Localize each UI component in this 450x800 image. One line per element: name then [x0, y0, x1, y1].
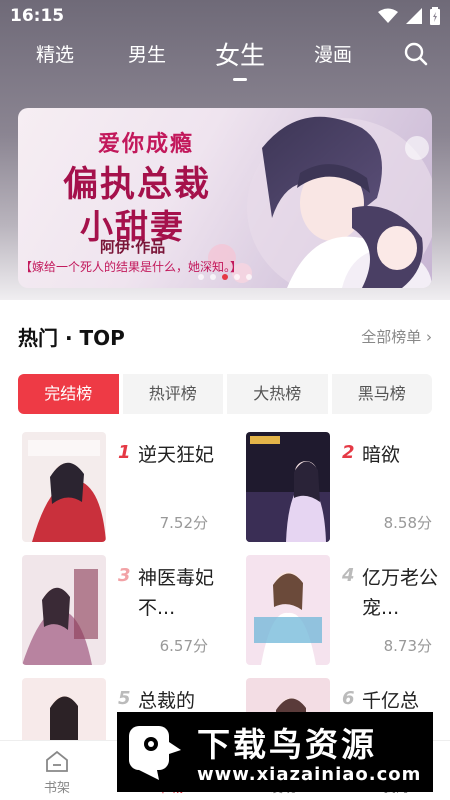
- active-tab-indicator: [233, 78, 247, 81]
- book-rank: 1: [118, 442, 131, 463]
- banner-dot[interactable]: [210, 274, 216, 280]
- section-title: 热门 · TOP: [18, 326, 125, 350]
- status-bar: 16:15: [0, 0, 450, 32]
- book-rank: 4: [342, 565, 355, 586]
- rank-tab-completed[interactable]: 完结榜: [18, 374, 119, 414]
- banner-pagination: [18, 274, 432, 280]
- book-item[interactable]: 3 神医毒妃不... 6.57分: [22, 555, 222, 665]
- battery-icon: [430, 7, 440, 25]
- signal-icon: [406, 8, 422, 24]
- book-title: 亿万老公宠...: [362, 567, 439, 619]
- banner-tagline: 【嫁给一个死人的结果是什么，她深知。】: [20, 260, 243, 274]
- home-icon: [46, 750, 68, 772]
- search-icon: [404, 42, 428, 66]
- status-time: 16:15: [10, 6, 65, 26]
- book-rank: 3: [118, 565, 131, 586]
- book-item[interactable]: 1 逆天狂妃 7.52分: [22, 432, 222, 542]
- book-score: 8.73分: [383, 637, 432, 655]
- book-title: 神医毒妃不...: [138, 567, 215, 619]
- book-cover[interactable]: [22, 555, 106, 665]
- book-score: 7.52分: [159, 514, 208, 532]
- tab-comics[interactable]: 漫画: [314, 40, 352, 67]
- banner-dot[interactable]: [198, 274, 204, 280]
- bird-logo-icon: [129, 726, 181, 780]
- all-rankings-link[interactable]: 全部榜单 ›: [361, 326, 432, 347]
- watermark-title: 下载鸟资源: [197, 725, 377, 764]
- watermark-overlay: 下载鸟资源 www.xiazainiao.com: [117, 712, 433, 792]
- book-cover[interactable]: [246, 555, 330, 665]
- bottom-tab-bookshelf[interactable]: 书架: [27, 749, 87, 796]
- bottom-tab-label: 书架: [43, 781, 70, 796]
- book-score: 8.58分: [383, 514, 432, 532]
- book-title: 逆天狂妃: [138, 444, 215, 466]
- rank-tabs: 完结榜 热评榜 大热榜 黑马榜: [18, 374, 432, 414]
- search-button[interactable]: [404, 42, 428, 70]
- tab-female[interactable]: 女生: [215, 36, 265, 81]
- book-item[interactable]: 2 暗欲 8.58分: [246, 432, 446, 542]
- promo-banner[interactable]: 爱你成瘾 偏执总裁 小甜妻 阿伊·作品 【嫁给一个死人的结果是什么，她深知。】: [18, 108, 432, 288]
- book-rank: 5: [118, 688, 131, 709]
- book-rank: 2: [342, 442, 355, 463]
- watermark-url: www.xiazainiao.com: [197, 764, 422, 785]
- banner-subtitle: 爱你成瘾: [98, 131, 195, 157]
- banner-dot[interactable]: [234, 274, 240, 280]
- book-title: 暗欲: [362, 444, 401, 466]
- tab-female-label: 女生: [215, 41, 266, 70]
- book-rank: 6: [342, 688, 355, 709]
- wifi-icon: [378, 8, 398, 23]
- status-icons: [378, 7, 440, 25]
- tab-featured[interactable]: 精选: [36, 40, 74, 67]
- book-cover[interactable]: [22, 432, 106, 542]
- book-cover[interactable]: [246, 432, 330, 542]
- banner-dot[interactable]: [222, 274, 228, 280]
- tab-male[interactable]: 男生: [128, 40, 166, 67]
- top-nav: 精选 男生 女生 漫画: [0, 34, 450, 81]
- banner-author: 阿伊·作品: [100, 238, 166, 256]
- book-item[interactable]: 4 亿万老公宠... 8.73分: [246, 555, 446, 665]
- rank-tab-dark-horse[interactable]: 黑马榜: [331, 374, 432, 414]
- banner-dot[interactable]: [246, 274, 252, 280]
- rank-tab-hot-reviews[interactable]: 热评榜: [122, 374, 223, 414]
- rank-tab-trending[interactable]: 大热榜: [227, 374, 328, 414]
- book-score: 6.57分: [159, 637, 208, 655]
